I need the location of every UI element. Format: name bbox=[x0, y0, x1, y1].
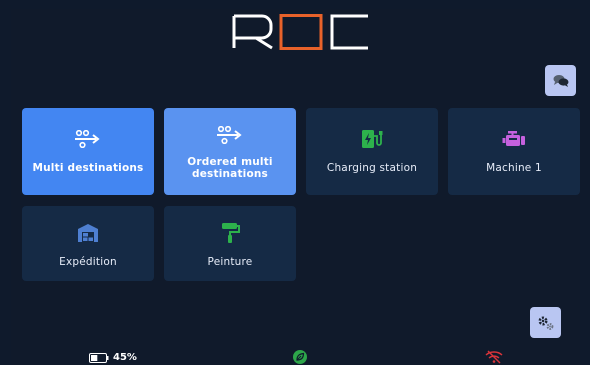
chat-bubbles-icon bbox=[553, 75, 568, 87]
leaf-icon bbox=[296, 352, 305, 361]
battery-percent: 45% bbox=[113, 352, 137, 363]
tile-machine-1[interactable]: Machine 1 bbox=[448, 108, 580, 195]
tile-charging-station[interactable]: Charging station bbox=[306, 108, 438, 195]
tile-label: Charging station bbox=[326, 162, 418, 174]
battery-indicator: 45% bbox=[89, 352, 137, 363]
engine-icon bbox=[502, 131, 525, 146]
tile-label: Ordered multi destinations bbox=[187, 156, 273, 180]
battery-icon bbox=[89, 352, 109, 363]
gears-icon bbox=[537, 315, 553, 330]
eco-status bbox=[293, 350, 307, 364]
tile-multi-destinations[interactable]: Multi destinations bbox=[22, 108, 154, 195]
tile-expedition[interactable]: Expédition bbox=[22, 206, 154, 281]
settings-button[interactable] bbox=[530, 307, 561, 338]
wifi-off-icon bbox=[485, 350, 503, 364]
tile-label: Multi destinations bbox=[32, 162, 144, 174]
tile-label: Expédition bbox=[59, 256, 117, 268]
warehouse-icon bbox=[78, 224, 98, 242]
tile-label: Machine 1 bbox=[486, 162, 542, 174]
paint-roller-icon bbox=[222, 223, 240, 243]
chat-button[interactable] bbox=[545, 65, 576, 96]
tile-ordered-multi-destinations[interactable]: Ordered multi destinations bbox=[164, 108, 296, 195]
tile-label: Peinture bbox=[207, 256, 253, 268]
charging-station-icon bbox=[362, 130, 383, 148]
roc-logo bbox=[232, 14, 368, 50]
route-arrow-icon bbox=[217, 126, 242, 144]
tile-peinture[interactable]: Peinture bbox=[164, 206, 296, 281]
route-arrow-icon bbox=[75, 130, 100, 148]
